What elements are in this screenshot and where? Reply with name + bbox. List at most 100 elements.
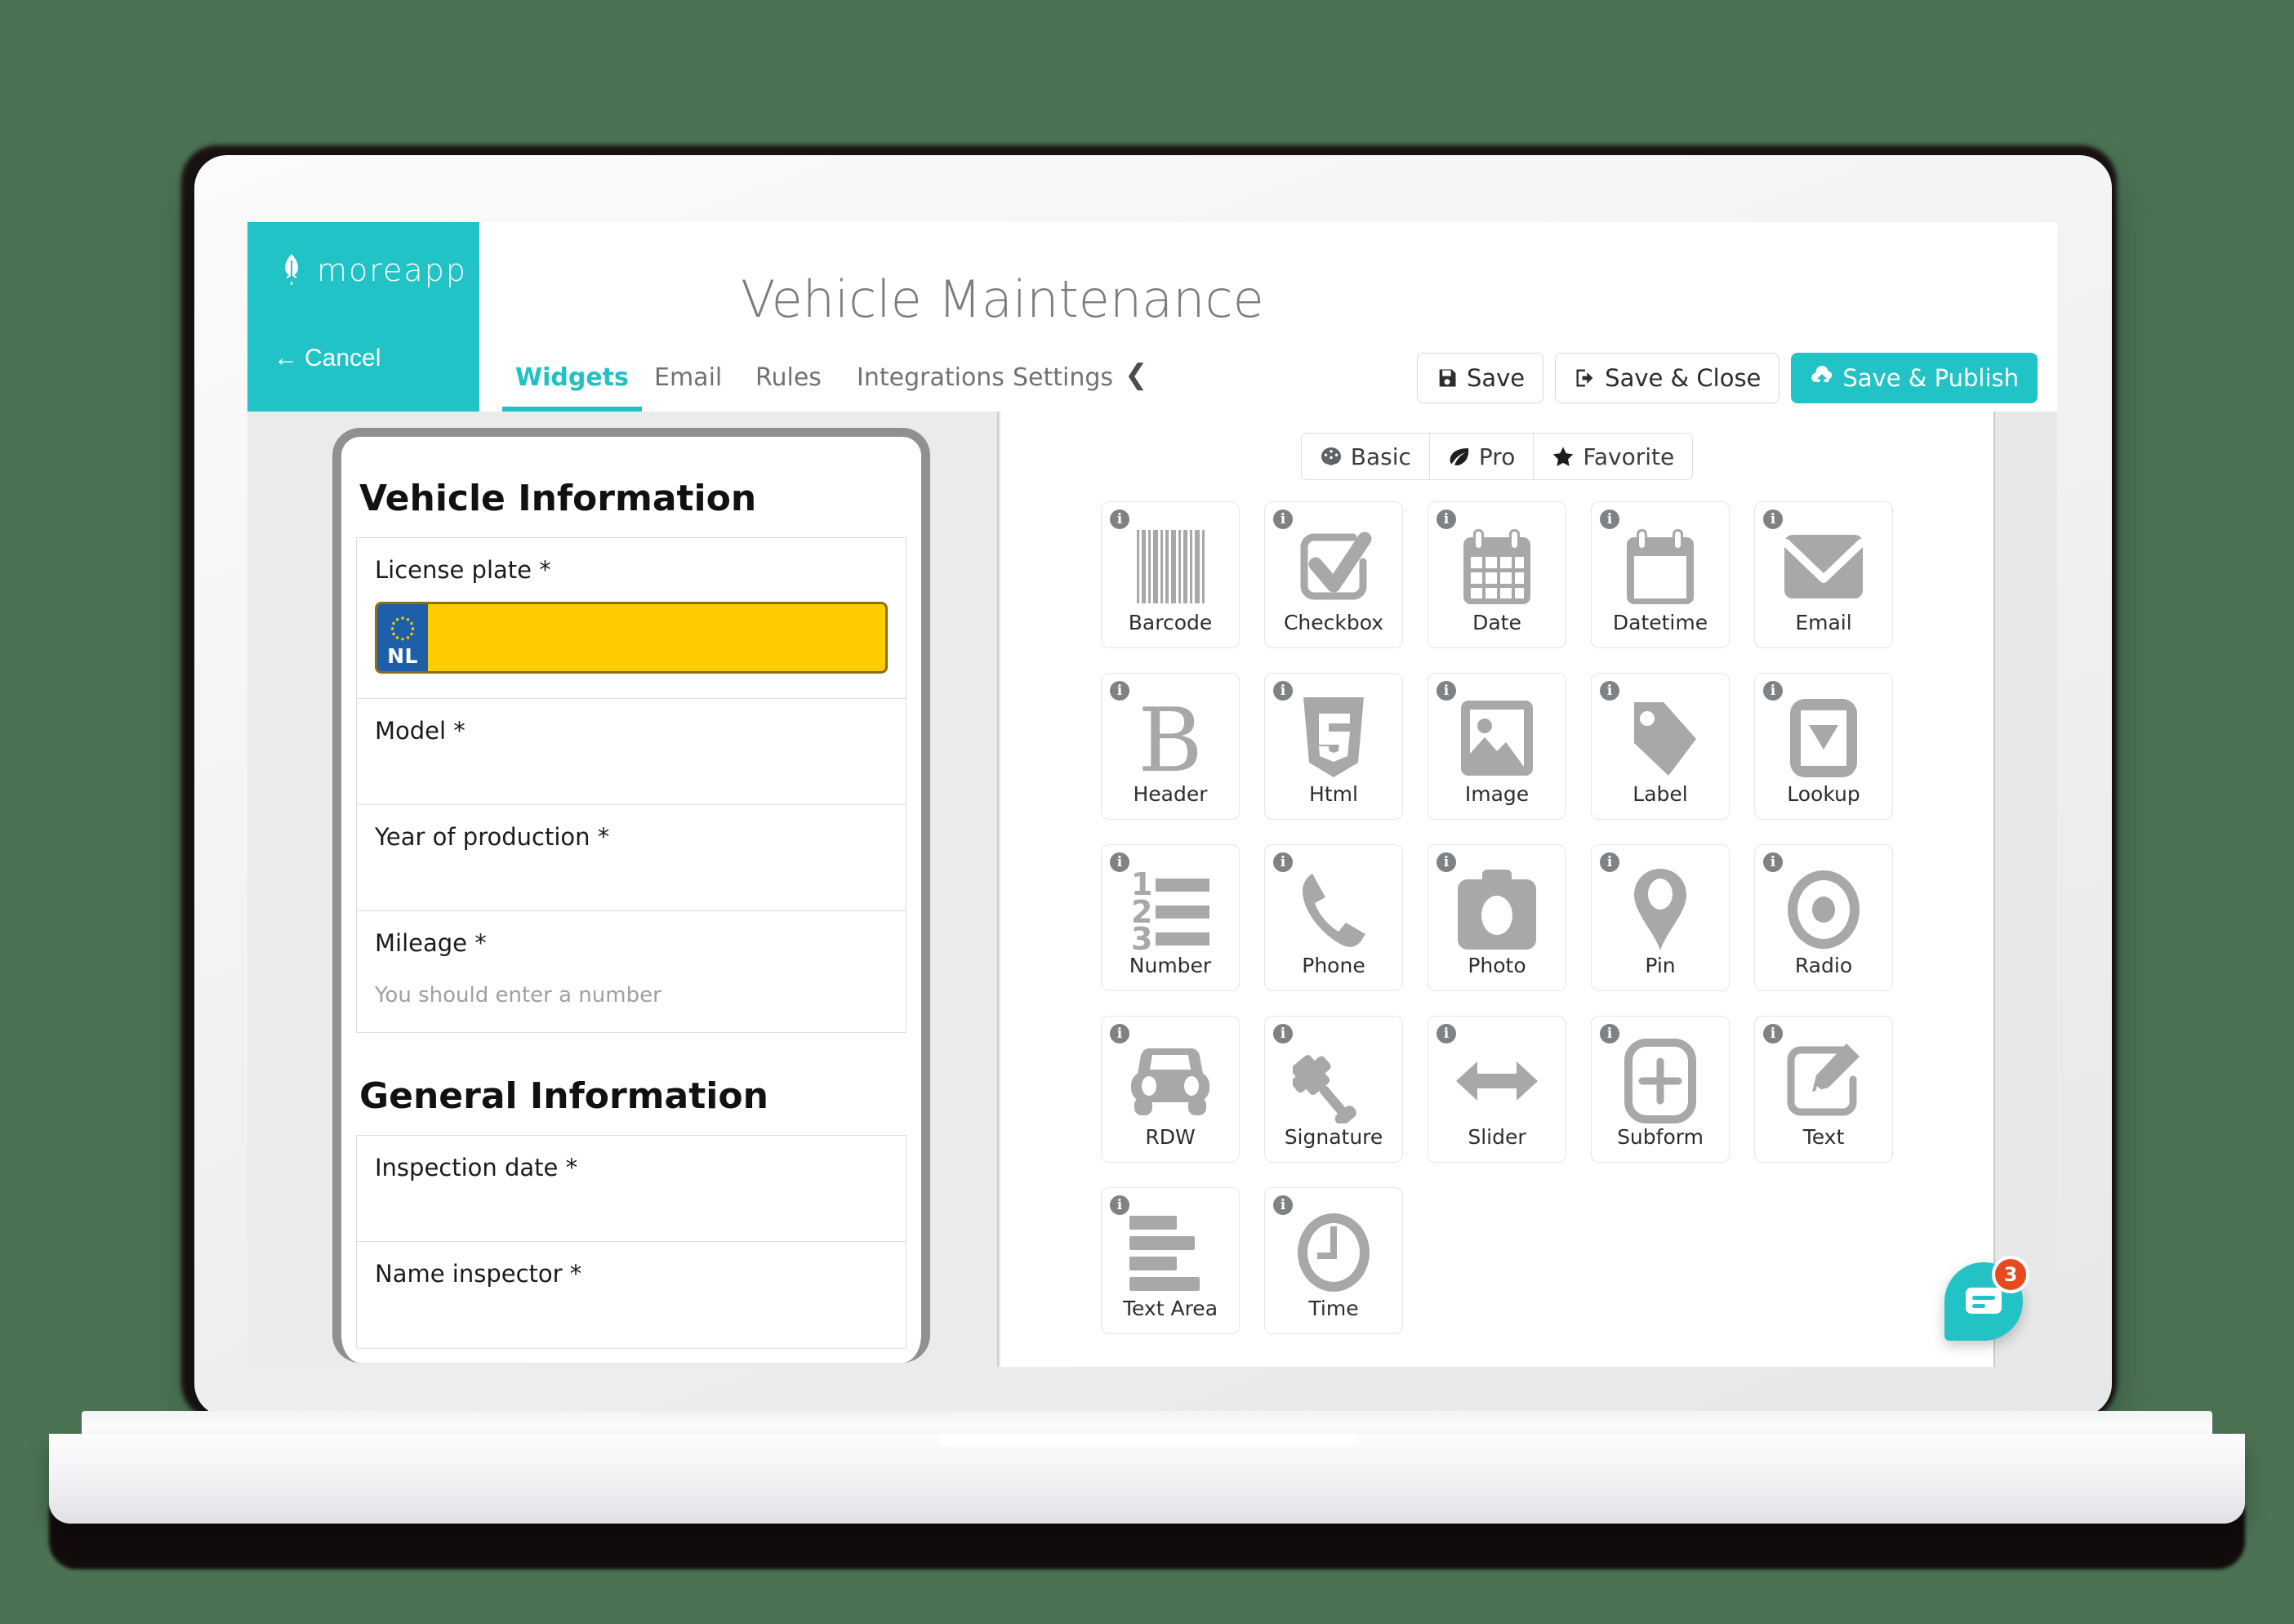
- info-icon[interactable]: i: [1600, 509, 1619, 529]
- field-model[interactable]: Model *: [357, 699, 906, 805]
- info-icon[interactable]: i: [1110, 852, 1129, 872]
- widget-label: Text: [1802, 1125, 1845, 1149]
- widget-card-pin[interactable]: i Pin: [1591, 844, 1730, 991]
- field-inspection-date[interactable]: Inspection date *: [357, 1136, 906, 1242]
- info-icon[interactable]: i: [1110, 1024, 1129, 1043]
- leaf-icon: [1450, 448, 1469, 465]
- widget-card-radio[interactable]: i Radio: [1754, 844, 1893, 991]
- info-icon[interactable]: i: [1763, 852, 1783, 872]
- info-icon[interactable]: i: [1110, 681, 1129, 701]
- widget-card-email[interactable]: i Email: [1754, 501, 1893, 648]
- chat-launcher-button[interactable]: 3: [1944, 1256, 2029, 1341]
- info-icon[interactable]: i: [1273, 1195, 1293, 1215]
- widget-card-phone[interactable]: i Phone: [1264, 844, 1403, 991]
- widget-card-rdw[interactable]: i RDW: [1101, 1016, 1240, 1163]
- info-icon[interactable]: i: [1437, 1024, 1456, 1043]
- laptop-base-lip: [939, 1434, 1356, 1447]
- info-icon[interactable]: i: [1763, 1024, 1783, 1043]
- cancel-button[interactable]: ← Cancel: [274, 345, 381, 372]
- field-year-of-production[interactable]: Year of production *: [357, 805, 906, 911]
- save-and-close-label: Save & Close: [1605, 364, 1762, 392]
- ordered-list-icon: 1 2 3: [1128, 861, 1213, 958]
- brand-panel: moreapp ← Cancel: [247, 222, 479, 412]
- widget-card-image[interactable]: i Image: [1428, 673, 1566, 820]
- info-icon[interactable]: i: [1600, 1024, 1619, 1043]
- chat-unread-badge: 3: [1992, 1256, 2029, 1293]
- chevron-left-icon[interactable]: ❮: [1125, 358, 1148, 391]
- widget-card-text[interactable]: i Text: [1754, 1016, 1893, 1163]
- brand-name: moreapp: [317, 252, 467, 288]
- widget-card-barcode[interactable]: i Barcode: [1101, 501, 1240, 648]
- info-icon[interactable]: i: [1763, 681, 1783, 701]
- widget-card-html[interactable]: i Html: [1264, 673, 1403, 820]
- save-button[interactable]: Save: [1416, 353, 1544, 403]
- tab-settings[interactable]: Settings: [1013, 363, 1113, 392]
- widget-card-header[interactable]: i B Header: [1101, 673, 1240, 820]
- info-icon[interactable]: i: [1273, 509, 1293, 529]
- info-icon[interactable]: i: [1110, 509, 1129, 529]
- tag-icon: [1623, 690, 1698, 786]
- widget-label: Phone: [1302, 954, 1365, 977]
- info-icon[interactable]: i: [1437, 681, 1456, 701]
- section-heading-vehicle-information: Vehicle Information: [359, 478, 757, 519]
- tab-integrations[interactable]: Integrations: [857, 363, 1004, 392]
- filter-basic[interactable]: Basic: [1302, 434, 1430, 479]
- widget-card-checkbox[interactable]: i Checkbox: [1264, 501, 1403, 648]
- widget-filter-bar: Basic Pro Favorite: [1000, 412, 1993, 480]
- save-and-close-button[interactable]: Save & Close: [1555, 353, 1780, 403]
- widget-card-number[interactable]: i 1 2 3 Number: [1101, 844, 1240, 991]
- plus-square-icon: [1624, 1033, 1696, 1129]
- brand-logo: moreapp: [278, 252, 467, 288]
- field-name-inspector[interactable]: Name inspector *: [357, 1242, 906, 1348]
- svg-text:3: 3: [1131, 921, 1152, 950]
- car-icon: [1128, 1033, 1213, 1129]
- plate-text-input[interactable]: [428, 604, 885, 671]
- device-frame: Vehicle Information License plate * NL M…: [332, 428, 930, 1363]
- widget-card-time[interactable]: i Time: [1264, 1187, 1403, 1334]
- widget-label: Radio: [1794, 954, 1853, 977]
- widget-label: Email: [1795, 611, 1852, 634]
- filter-pro[interactable]: Pro: [1430, 434, 1535, 479]
- field-license-plate[interactable]: License plate * NL: [357, 538, 906, 699]
- info-icon[interactable]: i: [1600, 852, 1619, 872]
- widget-label: Time: [1308, 1297, 1359, 1320]
- field-label: Name inspector *: [375, 1260, 582, 1288]
- widget-label: Subform: [1617, 1125, 1704, 1149]
- widget-card-date[interactable]: i Date: [1428, 501, 1566, 648]
- info-icon[interactable]: i: [1437, 509, 1456, 529]
- widget-card-signature[interactable]: i Signature: [1264, 1016, 1403, 1163]
- widget-card-text-area[interactable]: i Text Area: [1101, 1187, 1240, 1334]
- sign-out-icon: [1576, 369, 1593, 387]
- filter-basic-label: Basic: [1350, 443, 1411, 470]
- info-icon[interactable]: i: [1273, 1024, 1293, 1043]
- pencil-square-icon: [1783, 1033, 1864, 1129]
- widget-card-slider[interactable]: i Slider: [1428, 1016, 1566, 1163]
- widget-card-subform[interactable]: i Subform: [1591, 1016, 1730, 1163]
- radio-button-icon: [1784, 861, 1863, 958]
- gavel-icon: [1293, 1033, 1374, 1129]
- info-icon[interactable]: i: [1273, 852, 1293, 872]
- filter-favorite[interactable]: Favorite: [1534, 434, 1692, 479]
- save-label: Save: [1466, 364, 1526, 392]
- tab-widgets[interactable]: Widgets: [502, 363, 642, 412]
- cancel-label: Cancel: [305, 345, 381, 372]
- tab-rules[interactable]: Rules: [755, 363, 822, 392]
- filter-favorite-label: Favorite: [1583, 443, 1675, 470]
- tab-email[interactable]: Email: [654, 363, 722, 392]
- license-plate-input[interactable]: NL: [375, 602, 888, 674]
- widget-card-lookup[interactable]: i Lookup: [1754, 673, 1893, 820]
- widget-card-label[interactable]: i Label: [1591, 673, 1730, 820]
- info-icon[interactable]: i: [1273, 681, 1293, 701]
- back-arrow-icon: ←: [274, 345, 298, 372]
- info-icon[interactable]: i: [1437, 852, 1456, 872]
- info-icon[interactable]: i: [1763, 509, 1783, 529]
- field-mileage[interactable]: Mileage * You should enter a number: [357, 911, 906, 1032]
- info-icon[interactable]: i: [1600, 681, 1619, 701]
- widget-card-photo[interactable]: i Photo: [1428, 844, 1566, 991]
- save-and-publish-button[interactable]: Save & Publish: [1791, 353, 2038, 403]
- info-icon[interactable]: i: [1110, 1195, 1129, 1215]
- widget-card-datetime[interactable]: i Datetime: [1591, 501, 1730, 648]
- scroll-gutter[interactable]: [1993, 412, 2057, 1367]
- arrows-horizontal-icon: [1454, 1033, 1539, 1129]
- camera-icon: [1456, 861, 1538, 958]
